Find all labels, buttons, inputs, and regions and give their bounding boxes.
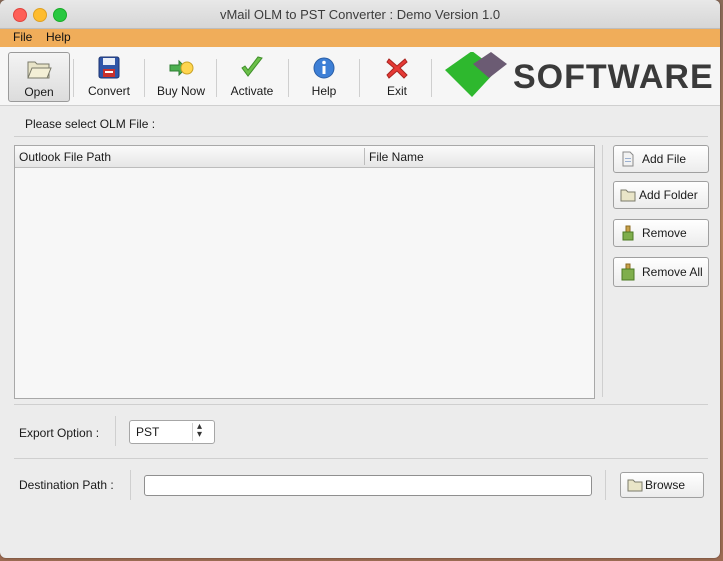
add-file-label: Add File [642, 152, 687, 166]
remove-label: Remove [642, 226, 687, 240]
column-separator[interactable] [364, 148, 365, 165]
exit-x-icon [386, 58, 408, 79]
help-label: Help [311, 84, 337, 98]
add-folder-label: Add Folder [639, 188, 698, 202]
browse-button[interactable]: Browse [620, 472, 704, 498]
brand-logo-text: SOFTWARE [513, 58, 714, 96]
divider [605, 470, 606, 500]
add-file-icon [622, 151, 634, 167]
buy-now-button[interactable]: Buy Now [151, 52, 211, 100]
divider [130, 470, 131, 500]
activate-button[interactable]: Activate [222, 52, 282, 100]
folder-open-icon [27, 61, 52, 79]
menu-help[interactable]: Help [46, 30, 71, 44]
menu-bar: File Help [0, 29, 720, 47]
buy-now-label: Buy Now [156, 84, 206, 98]
toolbar-separator [359, 59, 360, 97]
toolbar-separator [431, 59, 432, 97]
divider [14, 136, 708, 137]
export-option-label: Export Option : [19, 426, 100, 440]
select-olm-label: Please select OLM File : [25, 117, 156, 131]
open-button[interactable]: Open [8, 52, 70, 102]
destination-path-input[interactable] [144, 475, 592, 496]
exit-button[interactable]: Exit [367, 52, 427, 100]
toolbar-separator [216, 59, 217, 97]
divider [14, 458, 708, 459]
remove-all-button[interactable]: Remove All [613, 257, 709, 287]
convert-button[interactable]: Convert [79, 52, 139, 100]
list-header: Outlook File Path File Name [15, 146, 594, 168]
divider [115, 416, 116, 446]
add-folder-button[interactable]: Add Folder [613, 181, 709, 209]
folder-icon [620, 189, 636, 202]
divider [602, 145, 603, 397]
title-bar: vMail OLM to PST Converter : Demo Versio… [0, 0, 720, 29]
open-label: Open [24, 85, 54, 99]
menu-file[interactable]: File [13, 30, 32, 44]
buy-arrow-icon [169, 59, 194, 77]
activate-label: Activate [230, 84, 274, 98]
folder-icon [627, 479, 643, 492]
toolbar-separator [73, 59, 74, 97]
window-title: vMail OLM to PST Converter : Demo Versio… [219, 7, 501, 22]
export-option-value: PST [136, 425, 160, 439]
app-window: vMail OLM to PST Converter : Demo Versio… [0, 0, 720, 558]
updown-chevron-icon: ▴ ▾ [197, 421, 203, 440]
info-icon [313, 57, 335, 79]
browse-label: Browse [645, 478, 686, 492]
toolbar-separator [144, 59, 145, 97]
add-file-button[interactable]: Add File [613, 145, 709, 173]
remove-all-broom-icon [621, 263, 635, 281]
olm-file-list[interactable]: Outlook File Path File Name [14, 145, 595, 399]
checkmark-icon [241, 56, 263, 77]
convert-label: Convert [87, 84, 131, 98]
exit-label: Exit [386, 84, 407, 98]
destination-path-label: Destination Path : [19, 478, 114, 492]
column-header-file-path[interactable]: Outlook File Path [19, 150, 111, 164]
save-disk-icon [98, 56, 120, 79]
divider [14, 404, 708, 405]
remove-broom-icon [622, 225, 634, 241]
column-header-file-name[interactable]: File Name [369, 150, 424, 164]
combo-separator [192, 423, 193, 441]
remove-all-label: Remove All [642, 265, 703, 279]
toolbar-separator [288, 59, 289, 97]
export-option-select[interactable]: PST ▴ ▾ [129, 420, 215, 444]
help-button[interactable]: Help [294, 52, 354, 100]
remove-button[interactable]: Remove [613, 219, 709, 247]
